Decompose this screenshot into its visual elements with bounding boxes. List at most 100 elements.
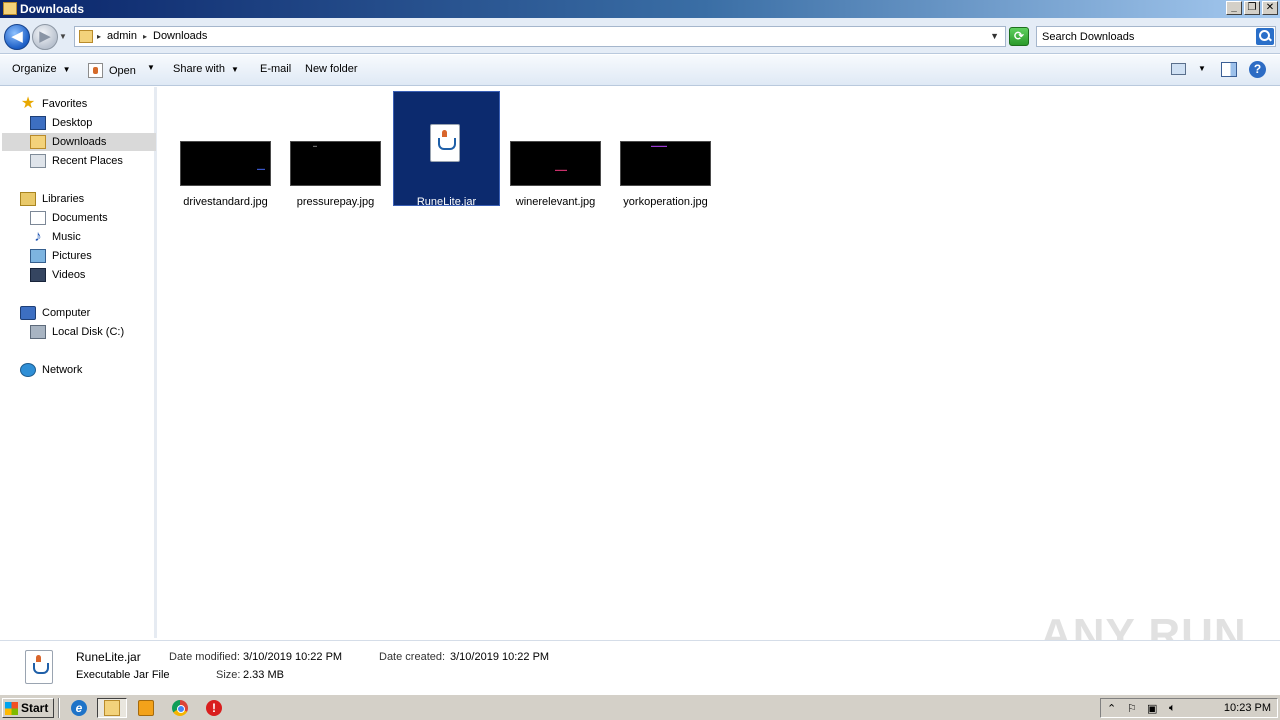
minimize-button[interactable]: _ [1226, 1, 1242, 15]
file-name: pressurepay.jpg [296, 196, 375, 208]
navigation-pane: ★ Favorites Desktop Downloads Recent Pla… [0, 87, 157, 638]
media-player-icon [138, 700, 154, 716]
close-button[interactable]: ✕ [1262, 1, 1278, 15]
sidebar-item-libraries[interactable]: Libraries [20, 190, 84, 208]
organize-button[interactable]: Organize ▼ [12, 63, 71, 75]
window-controls: _ ❐ ✕ [1226, 1, 1278, 15]
network-icon [20, 363, 36, 377]
search-input[interactable] [1037, 27, 1257, 46]
java-jar-icon [25, 650, 53, 684]
sidebar-item-label: Desktop [52, 117, 93, 129]
address-bar: ◀ ▶ ▼ ▸ admin ▸ Downloads ▼ ⟳ [0, 18, 1280, 54]
date-created-value: 3/10/2019 10:22 PM [450, 651, 550, 663]
sidebar-item-pictures[interactable]: Pictures [30, 247, 92, 265]
taskbar-explorer[interactable] [97, 698, 127, 718]
file-name: drivestandard.jpg [183, 196, 268, 208]
file-name: winerelevant.jpg [515, 196, 596, 208]
date-modified-value: 3/10/2019 10:22 PM [243, 651, 343, 663]
sidebar-item-label: Pictures [52, 250, 92, 262]
preview-pane-icon[interactable] [1221, 62, 1237, 77]
search-box [1036, 26, 1276, 47]
image-thumbnail: ▬ [290, 141, 381, 186]
open-button[interactable]: Open [88, 63, 136, 78]
network-status-icon[interactable]: ▣ [1147, 702, 1157, 715]
internet-explorer-icon: e [71, 700, 87, 716]
sidebar-item-downloads[interactable]: Downloads [2, 133, 156, 151]
documents-icon [30, 211, 46, 225]
image-thumbnail: ▬▬ [180, 141, 271, 186]
file-name: yorkoperation.jpg [623, 196, 708, 208]
chevron-down-icon[interactable]: ▼ [1198, 64, 1206, 73]
address-box[interactable]: ▸ admin ▸ Downloads ▼ [74, 26, 1006, 47]
sidebar-item-videos[interactable]: Videos [30, 266, 85, 284]
file-item-selected[interactable]: RuneLite.jar [393, 91, 500, 208]
libraries-icon [20, 192, 36, 206]
share-with-button[interactable]: Share with ▼ [173, 63, 239, 75]
file-item[interactable]: ▬▬ drivestandard.jpg [173, 92, 278, 208]
email-label: E-mail [260, 63, 292, 75]
taskbar: Start e ! ⌃ ⚐ ▣ 🔈︎ 10:23 PM [0, 694, 1280, 720]
new-folder-button[interactable]: New folder [305, 63, 358, 75]
start-label: Start [21, 701, 49, 715]
breadcrumb-downloads[interactable]: Downloads [153, 30, 207, 42]
windows-logo-icon [5, 701, 18, 715]
sidebar-item-label: Music [52, 231, 81, 243]
show-hidden-icons-icon[interactable]: ⌃ [1107, 702, 1116, 715]
start-button[interactable]: Start [2, 698, 54, 718]
sidebar-item-favorites[interactable]: ★ Favorites [20, 95, 87, 113]
sidebar-item-computer[interactable]: Computer [20, 304, 90, 322]
taskbar-chrome[interactable] [165, 698, 195, 718]
taskbar-stop-app[interactable]: ! [199, 698, 229, 718]
back-button[interactable]: ◀ [4, 24, 30, 50]
new-folder-label: New folder [305, 63, 358, 75]
chevron-down-icon[interactable]: ▼ [990, 31, 999, 41]
sidebar-item-recent-places[interactable]: Recent Places [30, 152, 123, 170]
sidebar-item-desktop[interactable]: Desktop [30, 114, 92, 132]
breadcrumb-admin[interactable]: admin [107, 30, 137, 42]
details-pane: RuneLite.jar Executable Jar File Date mo… [0, 640, 1280, 694]
sidebar-item-label: Documents [52, 212, 108, 224]
share-with-label: Share with [173, 63, 225, 75]
sidebar-item-label: Computer [42, 307, 91, 319]
refresh-button[interactable]: ⟳ [1009, 27, 1029, 46]
sidebar-item-local-disk[interactable]: Local Disk (C:) [30, 323, 124, 341]
volume-icon[interactable]: 🔈︎ [1169, 702, 1176, 715]
videos-icon [30, 268, 46, 282]
image-thumbnail: ▬▬▬▬ [620, 141, 711, 186]
pictures-icon [30, 249, 46, 263]
open-dropdown[interactable]: ▼ [147, 63, 155, 72]
date-created-label: Date created: [379, 651, 446, 663]
taskbar-internet-explorer[interactable]: e [64, 698, 94, 718]
search-icon[interactable] [1256, 28, 1274, 45]
sidebar-item-label: Local Disk (C:) [52, 326, 125, 338]
image-thumbnail: ▬▬▬ [510, 141, 601, 186]
chevron-right-icon[interactable]: ▸ [143, 32, 147, 41]
file-item[interactable]: ▬▬▬ winerelevant.jpg [503, 92, 608, 208]
file-item[interactable]: ▬▬▬▬ yorkoperation.jpg [613, 92, 718, 208]
email-button[interactable]: E-mail [260, 63, 291, 75]
taskbar-media-player[interactable] [131, 698, 161, 718]
recent-places-icon [30, 154, 46, 168]
help-icon[interactable]: ? [1249, 61, 1266, 78]
hard-disk-icon [30, 325, 46, 339]
sidebar-item-documents[interactable]: Documents [30, 209, 108, 227]
size-value: 2.33 MB [243, 669, 284, 681]
sidebar-item-label: Downloads [52, 136, 107, 148]
forward-button[interactable]: ▶ [32, 24, 58, 50]
sidebar-item-label: Favorites [42, 98, 88, 110]
sidebar-item-music[interactable]: ♪ Music [30, 228, 81, 246]
clock[interactable]: 10:23 PM [1224, 702, 1271, 714]
sidebar-item-label: Network [42, 364, 83, 376]
chevron-right-icon[interactable]: ▸ [97, 32, 101, 41]
organize-label: Organize [12, 63, 57, 75]
change-view-icon[interactable] [1171, 63, 1186, 75]
recent-pages-dropdown[interactable]: ▼ [59, 32, 67, 41]
sidebar-item-network[interactable]: Network [20, 361, 82, 379]
downloads-folder-icon [30, 135, 46, 149]
restore-button[interactable]: ❐ [1244, 1, 1260, 15]
folder-icon [3, 2, 17, 15]
star-icon: ★ [20, 95, 36, 112]
chevron-down-icon: ▼ [230, 64, 239, 74]
flag-icon[interactable]: ⚐ [1127, 702, 1137, 715]
file-item[interactable]: ▬ pressurepay.jpg [283, 92, 388, 208]
